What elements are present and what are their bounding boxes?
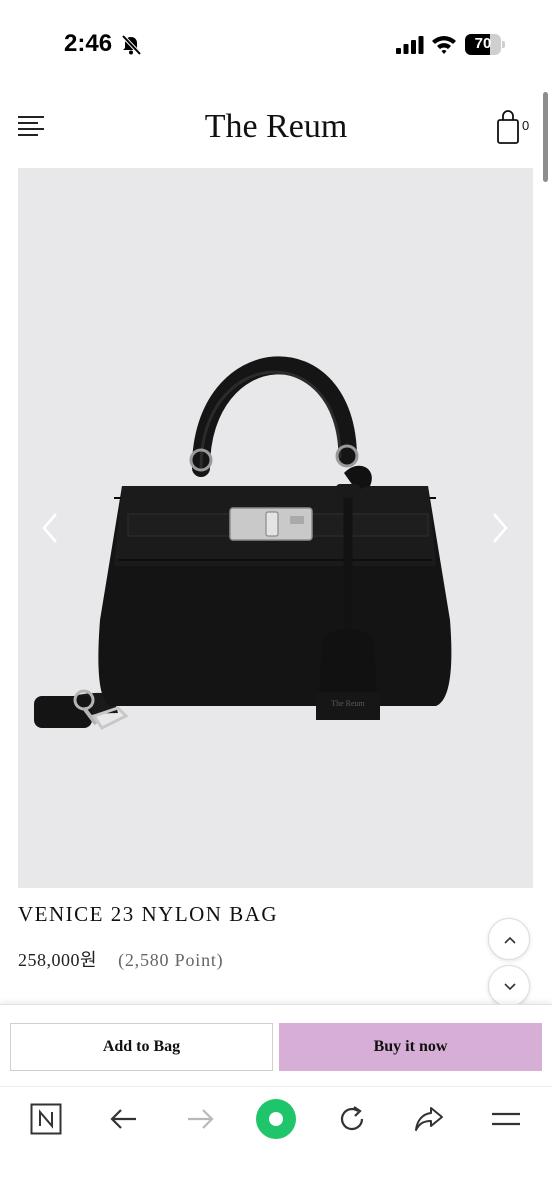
bell-slash-icon bbox=[121, 34, 142, 56]
product-price: 258,000원 bbox=[18, 950, 98, 970]
scroll-up-button[interactable] bbox=[488, 918, 530, 960]
status-bar: 2:46 70 bbox=[0, 0, 552, 90]
refresh-icon[interactable] bbox=[336, 1103, 368, 1135]
scroll-down-button[interactable] bbox=[488, 965, 530, 1007]
wifi-icon bbox=[432, 36, 456, 54]
tag-imprint: The Reum bbox=[331, 699, 365, 708]
product-image-gallery[interactable]: The Reum bbox=[18, 168, 533, 888]
back-arrow-icon[interactable] bbox=[108, 1103, 140, 1135]
signal-icon bbox=[396, 36, 424, 54]
purchase-action-bar: Add to Bag Buy it now bbox=[0, 1004, 552, 1086]
chevron-up-icon bbox=[504, 936, 516, 944]
green-dot-icon[interactable] bbox=[256, 1099, 296, 1139]
forward-arrow-icon[interactable] bbox=[184, 1103, 216, 1135]
add-to-bag-button[interactable]: Add to Bag bbox=[10, 1023, 273, 1071]
status-time: 2:46 bbox=[64, 30, 113, 57]
share-icon[interactable] bbox=[413, 1103, 445, 1135]
hamburger-menu-icon[interactable] bbox=[490, 1103, 522, 1135]
battery-icon: 70 bbox=[465, 34, 505, 55]
chevron-left-icon[interactable] bbox=[38, 508, 62, 548]
site-header: The Reum 0 bbox=[0, 92, 552, 168]
chevron-right-icon[interactable] bbox=[488, 508, 512, 548]
chevron-down-icon bbox=[504, 983, 516, 991]
product-points: (2,580 Point) bbox=[118, 950, 224, 970]
shopping-bag-icon bbox=[497, 110, 519, 144]
cart-button[interactable]: 0 bbox=[496, 109, 536, 147]
brand-logo[interactable]: The Reum bbox=[0, 108, 552, 146]
price-row: 258,000원 (2,580 Point) bbox=[18, 946, 223, 972]
battery-percent: 70 bbox=[474, 35, 492, 52]
page-scrollbar[interactable] bbox=[543, 92, 548, 182]
product-name: VENICE 23 NYLON BAG bbox=[18, 902, 279, 926]
n-home-icon[interactable] bbox=[30, 1103, 62, 1135]
product-photo: The Reum bbox=[34, 356, 452, 730]
buy-now-button[interactable]: Buy it now bbox=[279, 1023, 542, 1071]
browser-toolbar bbox=[0, 1086, 552, 1200]
cart-count: 0 bbox=[522, 118, 530, 133]
